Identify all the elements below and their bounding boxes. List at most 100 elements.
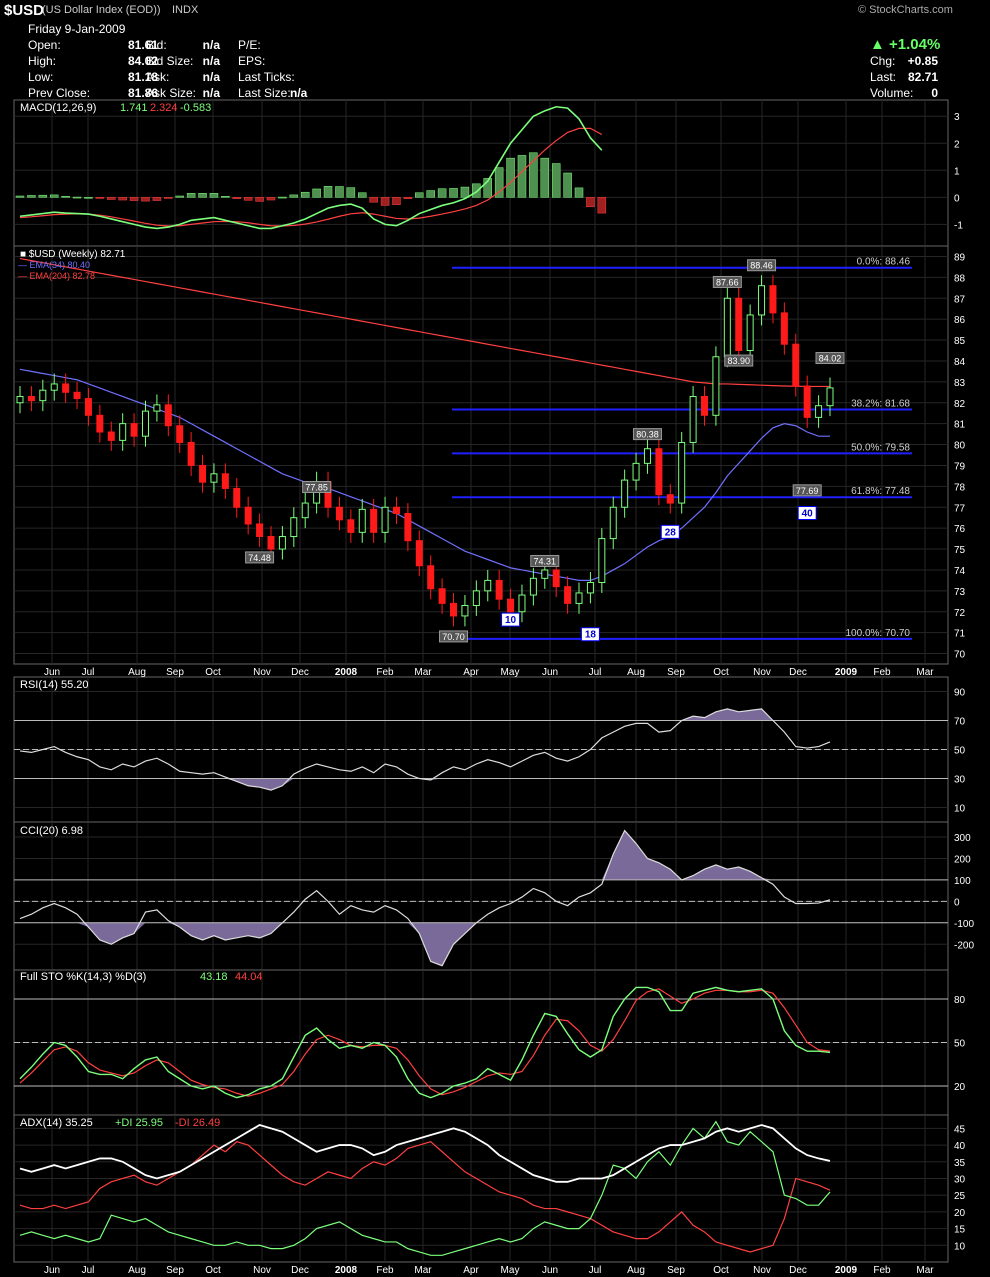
candle-body [575,592,583,604]
minus-di-line [19,1141,831,1253]
x-tick-label: Feb [376,1265,394,1276]
count-marker: 28 [665,527,677,538]
candle-body [427,565,435,590]
x-tick-label: Oct [713,1265,729,1276]
histogram-bar [289,194,299,198]
candle-body [16,395,24,404]
x-tick-label: Oct [205,1265,221,1276]
y-tick-label: -200 [954,940,974,951]
panel-title: CCI(20) 6.98 [20,825,83,837]
y-tick-label: 1 [954,166,960,177]
chart-area: -1 0 1 2 3 MACD(12,26,9) 1.741 2.324 -0.583 70 71… [13,99,974,1276]
panel-title: RSI(14) 55.20 [20,679,88,691]
price-annotation: 88.46 [750,261,773,271]
price-annotation: 77.85 [305,482,328,492]
count-marker: 18 [585,630,597,641]
y-tick-label: 72 [954,608,966,619]
price-annotation: 84.02 [819,354,842,364]
y-tick-label: 25 [954,1191,966,1202]
x-tick-label: 2008 [335,1265,358,1276]
fib-label: 38.2%: 81.68 [851,398,910,409]
candle-body [518,594,526,613]
histogram-bar [209,193,219,198]
y-tick-label: 3 [954,112,960,123]
candle-body [290,517,298,538]
y-tick-label: 85 [954,336,966,347]
fib-label: 100.0%: 70.70 [846,628,911,639]
candle-body [564,586,572,604]
histogram-bar [551,163,561,198]
histogram-bar [152,197,162,201]
stoch-k-value: 43.18 [200,971,228,983]
y-tick-label: 73 [954,587,966,598]
x-tick-label: Apr [463,667,479,678]
candle-body [233,487,241,508]
candle-body [723,297,731,358]
x-tick-label: Sep [667,667,685,678]
candle-body [780,312,788,345]
x-tick-label: May [501,1265,520,1276]
candle-body [495,579,503,600]
histogram-bar [323,185,333,198]
y-tick-label: 40 [954,1141,966,1152]
candle-body [210,473,218,483]
candle-body [689,395,697,443]
candle-body [130,423,138,437]
histogram-bar [437,188,447,198]
candle-body [301,502,309,519]
x-tick-label: Jun [44,1265,60,1276]
x-tick-label: Feb [376,667,394,678]
ema204-legend: — EMA(204) 82.78 [18,271,95,281]
x-tick-label: Nov [253,1265,271,1276]
candle-body [746,314,754,351]
x-tick-label: Oct [205,667,221,678]
x-tick-label: Mar [414,1265,432,1276]
candle-body [39,389,47,402]
y-tick-label: 83 [954,378,966,389]
price-annotation: 74.48 [248,553,271,563]
y-tick-label: 71 [954,629,966,640]
cci-high-fill [20,830,830,880]
histogram-bar [312,188,321,198]
y-tick-label: 81 [954,420,966,431]
panel-title: ■ $USD (Weekly) 82.71 [20,249,126,260]
candle-body [529,577,537,596]
x-tick-label: Nov [253,667,271,678]
histogram-bar [118,197,127,201]
x-tick-label: Jun [542,1265,558,1276]
histogram-bar [369,197,378,203]
fib-label: 50.0%: 79.58 [851,442,910,453]
histogram-bar [415,192,424,198]
x-tick-label: Jul [82,667,95,678]
count-marker: 10 [505,615,517,626]
y-tick-label: 75 [954,545,966,556]
histogram-bar [186,193,196,198]
candle-body [552,569,560,588]
histogram-bar [449,188,458,198]
histogram-bar [221,196,230,198]
overbought-fill [20,708,830,721]
histogram-bar [517,155,527,198]
y-tick-label: 20 [954,1082,966,1093]
histogram-bar [426,190,435,198]
candle-body [666,494,674,504]
histogram-bar [506,157,515,198]
macd-value: 1.741 [120,102,148,114]
candle-body [758,285,766,316]
y-tick-label: 74 [954,566,966,577]
y-tick-label: 76 [954,524,966,535]
x-tick-label: Aug [128,667,146,678]
y-tick-label: 88 [954,273,966,284]
x-tick-label: Feb [873,1265,891,1276]
y-tick-label: 0 [954,897,960,908]
y-tick-label: 30 [954,1174,966,1185]
candle-body [415,540,423,567]
price-annotation: 83.90 [727,356,750,366]
candle-body [484,579,492,592]
candle-body [404,513,412,542]
hist-value: -0.583 [180,102,211,114]
candle-body [73,391,81,400]
candle-body [826,387,834,407]
y-tick-label: 79 [954,461,966,472]
candle-body [370,508,378,533]
